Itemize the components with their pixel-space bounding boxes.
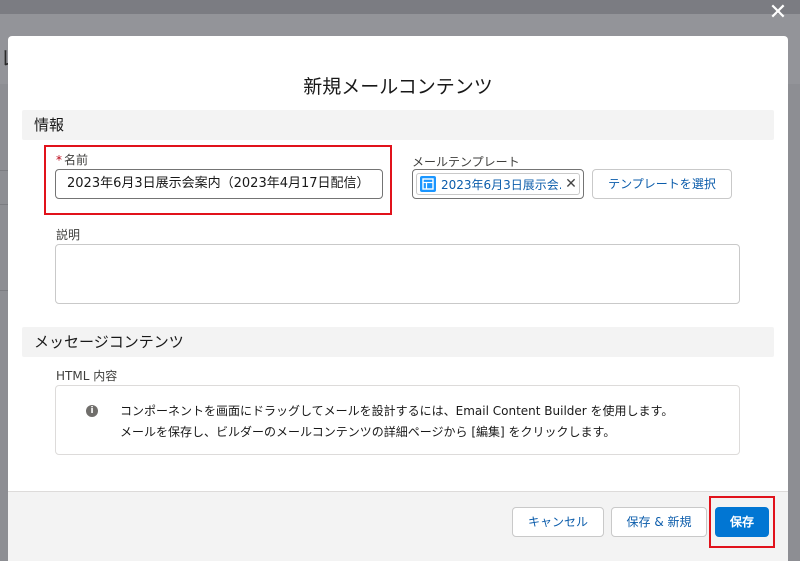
background-topbar	[0, 0, 800, 14]
select-template-button[interactable]: テンプレートを選択	[592, 169, 732, 199]
info-text-line-1: コンポーネントを画面にドラッグしてメールを設計するには、Email Conten…	[120, 404, 674, 418]
email-template-lookup[interactable]: 2023年6月3日展示会... ✕	[412, 169, 584, 199]
remove-template-icon[interactable]: ✕	[564, 176, 578, 192]
save-button[interactable]: 保存	[715, 507, 769, 537]
description-label: 説明	[56, 228, 81, 242]
name-field-label: * 名前	[56, 151, 88, 168]
selected-template-pill[interactable]: 2023年6月3日展示会... ✕	[416, 173, 580, 195]
required-marker: *	[56, 153, 62, 167]
name-input[interactable]: 2023年6月3日展示会案内（2023年4月17日配信）	[55, 169, 383, 199]
modal-title: 新規メールコンテンツ	[303, 76, 493, 98]
description-textarea[interactable]	[55, 244, 740, 304]
selected-template-name[interactable]: 2023年6月3日展示会...	[441, 176, 561, 193]
section-header-info[interactable]: 情報	[22, 110, 774, 140]
html-content-info-box: i コンポーネントを画面にドラッグしてメールを設計するには、Email Cont…	[55, 385, 740, 455]
template-icon	[420, 176, 436, 192]
modal-footer: キャンセル 保存 & 新規 保存	[8, 491, 788, 561]
info-text-line-2: メールを保存し、ビルダーのメールコンテンツの詳細ページから [編集] をクリック…	[120, 425, 616, 439]
close-icon[interactable]: ✕	[766, 2, 790, 26]
info-icon: i	[86, 405, 98, 417]
new-email-content-modal: 新規メールコンテンツ 情報 * 名前 2023年6月3日展示会案内（2023年4月…	[8, 36, 788, 561]
email-template-label: メールテンプレート	[412, 155, 520, 169]
html-content-label: HTML 内容	[56, 369, 118, 383]
section-header-message-content[interactable]: メッセージコンテンツ	[22, 327, 774, 357]
save-and-new-button[interactable]: 保存 & 新規	[611, 507, 707, 537]
cancel-button[interactable]: キャンセル	[512, 507, 604, 537]
background-text-fragment: レ	[0, 42, 8, 71]
name-label-text: 名前	[64, 153, 89, 167]
